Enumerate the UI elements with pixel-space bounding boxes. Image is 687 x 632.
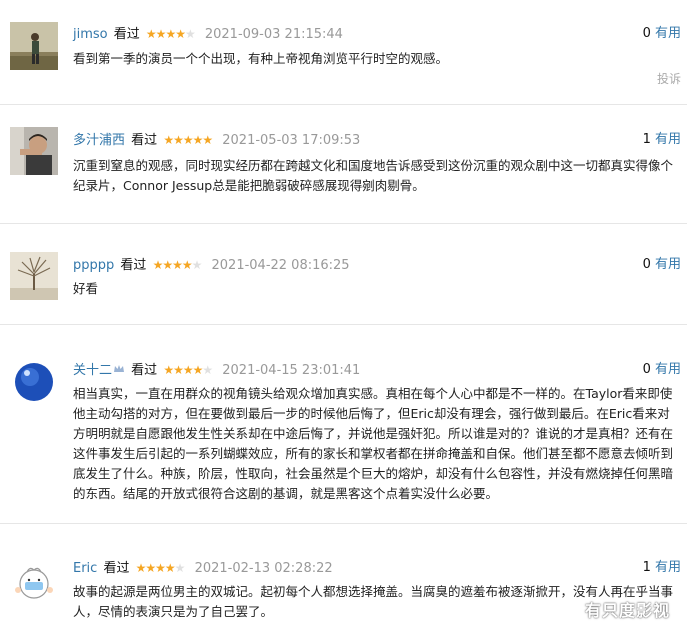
- watched-label: 看过: [113, 27, 140, 42]
- useful-count: 1: [642, 132, 651, 147]
- useful-button[interactable]: 有用: [655, 132, 681, 147]
- avatar[interactable]: [10, 252, 58, 300]
- useful-vote[interactable]: 0 有用: [643, 26, 681, 42]
- watched-label: 看过: [103, 561, 130, 576]
- useful-count: 0: [642, 26, 651, 41]
- rating-stars: ★★★★★: [152, 258, 203, 272]
- useful-button[interactable]: 有用: [655, 362, 681, 377]
- watermark-text: 有只度影视: [585, 601, 671, 620]
- comment-text: 看到第一季的演员一个个出现，有种上帝视角浏览平行时空的观感。: [73, 51, 449, 66]
- rating-stars: ★★★★★: [163, 133, 213, 147]
- username-link[interactable]: Eric: [73, 561, 97, 576]
- comment-time: 2021-02-13 02:28:22: [194, 561, 333, 576]
- comment-time: 2021-04-15 23:01:41: [222, 363, 361, 378]
- avatar-person-image: [10, 127, 58, 175]
- review-meta: 关十二 看过 ★★★★★ 2021-04-15 23:01:41: [73, 362, 360, 378]
- avatar[interactable]: [10, 358, 58, 406]
- useful-vote[interactable]: 0 有用: [643, 362, 681, 378]
- avatar[interactable]: [10, 22, 58, 70]
- review-item: 多汁浦西 看过 ★★★★★ 2021-05-03 17:09:53 1 有用 沉…: [0, 105, 687, 224]
- comment-time: 2021-05-03 17:09:53: [222, 133, 361, 148]
- avatar[interactable]: [10, 127, 58, 175]
- useful-button[interactable]: 有用: [655, 560, 681, 575]
- useful-vote[interactable]: 1 有用: [643, 560, 681, 576]
- rating-stars: ★★★★★: [135, 561, 186, 575]
- comment-time: 2021-04-22 08:16:25: [211, 258, 350, 273]
- review-meta: jimso 看过 ★★★★★ 2021-09-03 21:15:44: [73, 26, 343, 42]
- username-link[interactable]: ppppp: [73, 258, 114, 273]
- useful-count: 1: [642, 560, 651, 575]
- username-link[interactable]: 多汁浦西: [73, 133, 125, 148]
- useful-count: 0: [642, 257, 651, 272]
- watched-label: 看过: [131, 363, 158, 378]
- useful-button[interactable]: 有用: [655, 26, 681, 41]
- review-meta: Eric 看过 ★★★★★ 2021-02-13 02:28:22: [73, 560, 333, 576]
- username-link[interactable]: jimso: [73, 27, 108, 42]
- watched-label: 看过: [120, 258, 147, 273]
- useful-button[interactable]: 有用: [655, 257, 681, 272]
- rating-stars: ★★★★★: [145, 27, 196, 41]
- review-item: ppppp 看过 ★★★★★ 2021-04-22 08:16:25 0 有用 …: [0, 224, 687, 325]
- comment-text: 相当真实，一直在用群众的视角镜头给观众增加真实感。真相在每个人心中都是不一样的。…: [73, 386, 674, 501]
- avatar-planet-image: [10, 358, 58, 406]
- review-item: jimso 看过 ★★★★★ 2021-09-03 21:15:44 0 有用 …: [0, 0, 687, 105]
- review-item: 关十二 看过 ★★★★★ 2021-04-15 23:01:41 0 有用 相当…: [0, 325, 687, 524]
- report-link[interactable]: 投诉: [657, 70, 681, 87]
- avatar-cartoon-image: [10, 558, 58, 606]
- comment-text: 好看: [73, 281, 99, 296]
- useful-vote[interactable]: 0 有用: [643, 257, 681, 273]
- review-meta: ppppp 看过 ★★★★★ 2021-04-22 08:16:25: [73, 257, 350, 273]
- username-link[interactable]: 关十二: [73, 363, 112, 378]
- avatar-hiker-image: [10, 22, 58, 70]
- comment-list: jimso 看过 ★★★★★ 2021-09-03 21:15:44 0 有用 …: [0, 0, 687, 632]
- comment-text: 沉重到窒息的观感，同时现实经历都在跨越文化和国度地告诉感受到这份沉重的观众剧中这…: [73, 158, 674, 193]
- useful-vote[interactable]: 1 有用: [643, 132, 681, 148]
- rating-stars: ★★★★★: [163, 363, 213, 377]
- review-item: Eric 看过 ★★★★★ 2021-02-13 02:28:22 1 有用 故…: [0, 524, 687, 632]
- avatar[interactable]: [10, 558, 58, 606]
- watched-label: 看过: [131, 133, 158, 148]
- useful-count: 0: [642, 362, 651, 377]
- avatar-tree-image: [10, 252, 58, 300]
- review-meta: 多汁浦西 看过 ★★★★★ 2021-05-03 17:09:53: [73, 132, 360, 148]
- comment-time: 2021-09-03 21:15:44: [204, 27, 343, 42]
- vip-crown-icon: [114, 365, 125, 372]
